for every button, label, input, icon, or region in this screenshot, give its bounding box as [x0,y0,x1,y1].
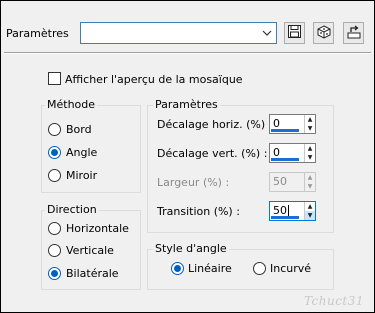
radio-miroir[interactable] [48,169,61,182]
spin-up-icon[interactable]: ▲ [305,144,315,153]
parametres-title: Paramètres [153,98,220,111]
dice-icon [317,24,331,42]
spin-up-icon[interactable]: ▲ [305,202,315,211]
radio-bilaterale-label: Bilatérale [66,267,119,280]
style-angle-title: Style d'angle [153,242,229,255]
radio-lineaire[interactable] [171,262,184,275]
radio-horizontale-label: Horizontale [66,222,129,235]
offset-vertical-spinner[interactable]: 0 ▲ ▼ [269,143,316,163]
radio-miroir-label: Miroir [66,169,98,182]
header-separator-highlight [4,53,371,54]
radio-incurve-label: Incurvé [270,262,312,275]
offset-vertical-arrows: ▲ ▼ [304,144,315,162]
preset-dropdown[interactable] [80,22,277,44]
offset-horizontal-indicator [271,129,299,132]
floppy-disk-icon [288,25,301,41]
radio-bord[interactable] [48,123,61,136]
radio-verticale-label: Verticale [66,244,114,257]
transition-spinner[interactable]: 50 ▲ ▼ [269,201,316,221]
preview-label: Afficher l'aperçu de la mosaïque [65,73,243,86]
dialog-frame: Paramètres Afficher l'aperçu de la mosaï… [0,0,375,313]
signature-watermark: Tchuct31 [303,294,364,308]
transition-indicator [271,216,299,219]
transition-arrows: ▲ ▼ [304,202,315,220]
reset-button[interactable] [343,22,364,44]
width-spinner[interactable]: 50 ▲ ▼ [269,172,316,192]
radio-incurve[interactable] [253,262,266,275]
transition-label: Transition (%) : [157,205,240,218]
offset-horizontal-label: Décalage horiz. (%) : [157,118,273,131]
radio-lineaire-label: Linéaire [188,262,232,275]
radio-angle-label: Angle [66,146,98,159]
spin-down-icon[interactable]: ▼ [305,124,315,133]
offset-vertical-indicator [271,158,299,161]
methode-title: Méthode [45,98,98,111]
direction-title: Direction [45,203,99,216]
width-arrows: ▲ ▼ [304,173,315,191]
spin-down-icon[interactable]: ▼ [305,153,315,162]
offset-vertical-label: Décalage vert. (%) : [157,147,268,160]
radio-bilaterale[interactable] [48,267,61,280]
radio-angle[interactable] [48,146,61,159]
reset-icon [347,24,361,42]
preview-checkbox[interactable] [48,72,61,85]
save-preset-button[interactable] [284,22,305,44]
radio-horizontale[interactable] [48,222,61,235]
width-value: 50 [273,175,287,188]
spin-down-icon[interactable]: ▼ [305,211,315,220]
chevron-down-icon[interactable] [261,26,273,40]
offset-horizontal-spinner[interactable]: 0 ▲ ▼ [269,114,316,134]
spin-up-icon[interactable]: ▲ [305,115,315,124]
offset-horizontal-arrows: ▲ ▼ [304,115,315,133]
radio-bord-label: Bord [66,123,92,136]
presets-label: Paramètres [6,27,69,40]
randomize-button[interactable] [313,22,334,44]
width-label: Largeur (%) : [157,176,230,189]
radio-verticale[interactable] [48,244,61,257]
spin-up-icon[interactable]: ▲ [305,173,315,182]
spin-down-icon[interactable]: ▼ [305,182,315,191]
